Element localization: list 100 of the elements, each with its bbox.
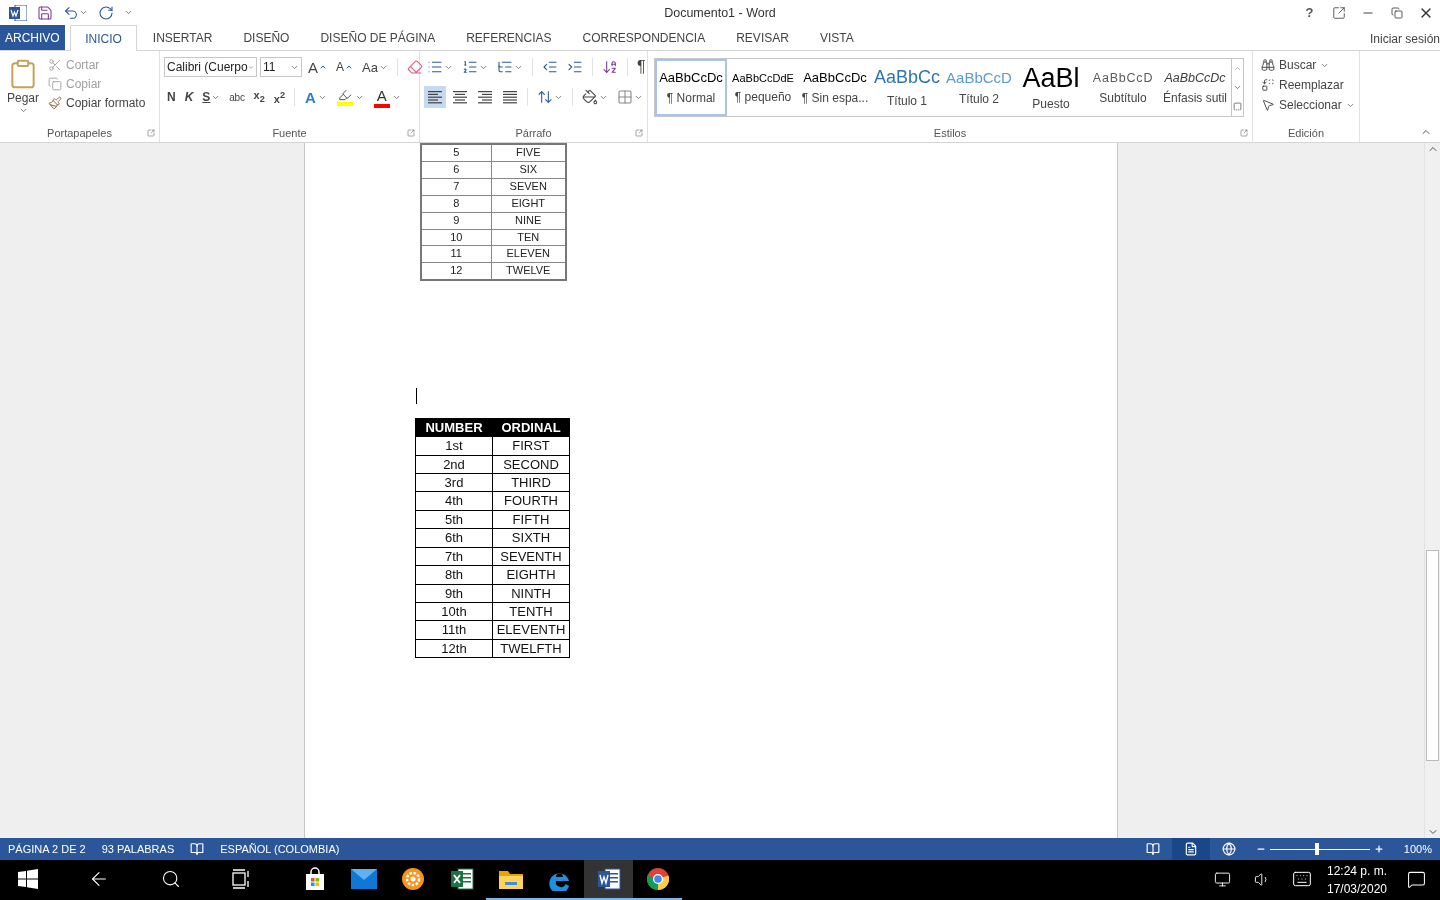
- line-spacing-icon[interactable]: [537, 89, 553, 105]
- save-icon[interactable]: [37, 4, 53, 21]
- zoom-slider-thumb[interactable]: [1314, 843, 1319, 855]
- network-icon[interactable]: [1213, 870, 1231, 888]
- scrollbar-thumb[interactable]: [1426, 550, 1439, 761]
- gear-icon[interactable]: [400, 867, 425, 891]
- folder-icon[interactable]: [497, 868, 524, 890]
- more-icon[interactable]: [1233, 102, 1242, 111]
- envelope-icon[interactable]: [350, 869, 377, 889]
- table-header-cell: ORDINAL: [492, 418, 570, 437]
- language-label[interactable]: ESPAÑOL (COLOMBIA): [212, 843, 348, 855]
- clock-date[interactable]: 17/03/2020: [1326, 882, 1388, 896]
- undo-icon[interactable]: [63, 4, 79, 21]
- decrease-indent-icon[interactable]: [542, 59, 558, 75]
- table-cell: 4th: [415, 491, 493, 511]
- redo-icon[interactable]: [98, 4, 114, 21]
- bold-button[interactable]: N: [164, 86, 179, 108]
- table-cell: 10: [421, 229, 491, 246]
- zoom-level[interactable]: 100%: [1383, 843, 1440, 855]
- restore-icon[interactable]: [1390, 6, 1403, 19]
- underline-button[interactable]: S: [199, 86, 224, 108]
- table-cell: TWELFTH: [492, 639, 570, 658]
- browser-icon[interactable]: [645, 867, 670, 891]
- numbered-list-icon[interactable]: [462, 59, 478, 75]
- proofing-icon[interactable]: [190, 842, 205, 856]
- group-label: Fuente: [272, 127, 307, 139]
- multilevel-list-icon[interactable]: [497, 59, 513, 75]
- notifications-icon[interactable]: [1406, 869, 1426, 889]
- table-cell: 9: [421, 212, 491, 230]
- caret-icon[interactable]: [79, 8, 88, 17]
- font-color-button[interactable]: A: [369, 86, 404, 108]
- table-cell: FOURTH: [492, 491, 570, 511]
- editing-action[interactable]: Reemplazar: [1259, 77, 1357, 93]
- grow-font-button[interactable]: A: [305, 56, 330, 78]
- zoom-in-icon[interactable]: [1373, 844, 1384, 854]
- group-label: Estilos: [933, 127, 967, 139]
- paste-button[interactable]: Pegar: [0, 56, 46, 124]
- table-cell: FIFTH: [492, 510, 570, 529]
- page-icon[interactable]: [1183, 842, 1198, 856]
- show-marks-button[interactable]: ¶: [634, 56, 649, 78]
- eraser-icon[interactable]: [406, 59, 423, 75]
- strike-button[interactable]: abc: [226, 86, 248, 108]
- help-button[interactable]: ?: [1295, 5, 1324, 20]
- italic-button[interactable]: K: [181, 86, 197, 108]
- shrink-font-button[interactable]: A: [333, 56, 357, 78]
- document-icon[interactable]: [596, 867, 621, 891]
- table-cell: SIXTH: [492, 528, 570, 548]
- page-count[interactable]: PÁGINA 2 DE 2: [0, 843, 94, 855]
- caret-icon[interactable]: [319, 63, 327, 71]
- clock-time[interactable]: 12:24 p. m.: [1326, 864, 1387, 878]
- spreadsheet-icon[interactable]: [449, 867, 474, 891]
- editing-action[interactable]: Seleccionar: [1259, 97, 1357, 113]
- change-case-button[interactable]: Aa: [359, 56, 391, 78]
- taskbar-app-button[interactable]: [584, 860, 633, 900]
- style-item[interactable]: AaBbCcDc ¶ Normal: [655, 59, 727, 116]
- globe-icon[interactable]: [1221, 842, 1236, 856]
- highlighter-icon[interactable]: [337, 88, 352, 102]
- editing-action[interactable]: Buscar: [1259, 57, 1357, 73]
- table-cell: 11th: [415, 620, 493, 640]
- view-button[interactable]: [1171, 838, 1210, 860]
- paintbrush-icon[interactable]: [48, 96, 62, 110]
- word-count[interactable]: 93 PALABRAS: [93, 843, 183, 855]
- font-name-field[interactable]: Calibri (Cuerpo: [164, 57, 257, 77]
- increase-indent-icon[interactable]: [567, 59, 583, 75]
- app-logo-icon[interactable]: [9, 4, 27, 21]
- text-cursor: [416, 388, 417, 405]
- caret-icon[interactable]: [345, 63, 354, 71]
- bullet-list-icon[interactable]: [427, 59, 443, 75]
- table-cell: TENTH: [492, 602, 570, 621]
- scroll-down-icon[interactable]: [1233, 83, 1242, 92]
- start-icon[interactable]: [18, 869, 38, 889]
- sign-in-link[interactable]: Iniciar sesión: [1369, 29, 1440, 46]
- table-cell: EIGHTH: [492, 565, 570, 584]
- table-cell: 6: [421, 161, 491, 179]
- scrollbar[interactable]: [1424, 143, 1440, 838]
- text-effects-button[interactable]: A: [301, 86, 330, 108]
- table-cell: 8: [421, 195, 491, 213]
- clipboard-action[interactable]: Copiar formato: [46, 95, 148, 111]
- table-cell: 7th: [415, 547, 493, 566]
- caret-icon[interactable]: [18, 106, 28, 115]
- ribbon-tab[interactable]: INICIO: [69, 25, 138, 51]
- search-icon[interactable]: [161, 869, 181, 889]
- window-title: Documento1 - Word: [664, 5, 776, 20]
- font-size-field[interactable]: 11: [260, 57, 302, 77]
- file-tab[interactable]: ARCHIVO: [0, 25, 65, 50]
- table-cell: SECOND: [492, 455, 570, 474]
- ribbon-display-icon[interactable]: [1331, 5, 1346, 20]
- table-cell: 12th: [415, 639, 493, 658]
- paint-bucket-icon[interactable]: [582, 89, 598, 105]
- replace-icon[interactable]: [1261, 78, 1275, 92]
- table-cell: NINTH: [492, 584, 570, 603]
- sort-icon[interactable]: [602, 59, 618, 75]
- keyboard-icon[interactable]: [1292, 869, 1312, 889]
- book-icon[interactable]: [1145, 842, 1160, 856]
- table-cell: 5th: [415, 510, 493, 529]
- subscript-button[interactable]: x$_{2}$: [250, 86, 268, 108]
- caret-icon[interactable]: [124, 8, 133, 17]
- pointer-icon[interactable]: [1261, 98, 1275, 112]
- binoculars-icon[interactable]: [1261, 58, 1275, 72]
- superscript-button[interactable]: x$^{2}$: [270, 86, 289, 108]
